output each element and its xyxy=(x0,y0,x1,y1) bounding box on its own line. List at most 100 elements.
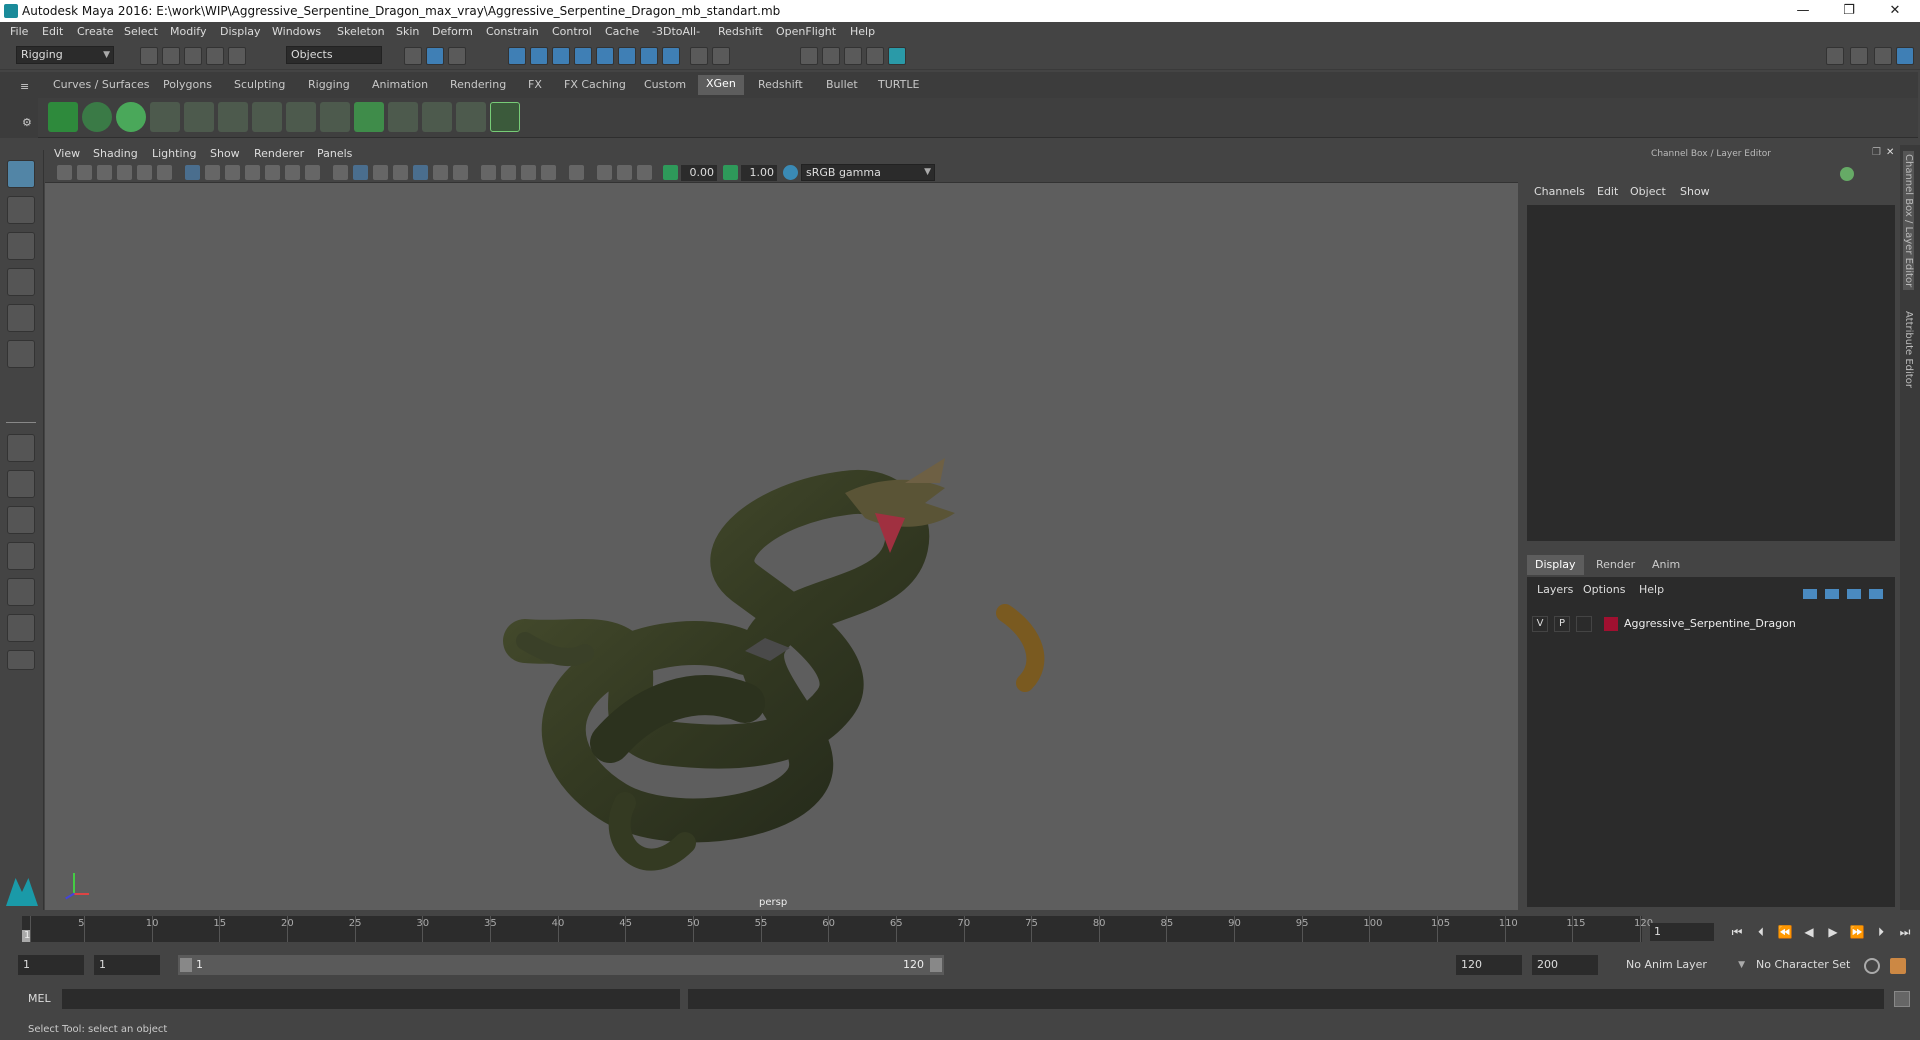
xgen-layers-icon[interactable] xyxy=(354,102,384,132)
lock-icon[interactable] xyxy=(690,47,708,65)
layer-display-type-toggle[interactable] xyxy=(1576,616,1592,632)
persp-outliner-layout-icon[interactable] xyxy=(7,506,35,534)
play-forwards-icon[interactable]: ▶ xyxy=(1824,923,1842,941)
rotate-tool-icon[interactable] xyxy=(7,304,35,332)
layer-menu-layers[interactable]: Layers xyxy=(1537,583,1573,596)
xgen-lock-length-icon[interactable] xyxy=(286,102,316,132)
range-slider-bar[interactable]: 1 120 xyxy=(178,955,944,975)
new-layer-selected-icon[interactable] xyxy=(1869,589,1883,599)
tab-fx-caching[interactable]: FX Caching xyxy=(564,78,626,91)
timeline-track[interactable]: 1 5 10 15 20 25 30 35 40 45 50 55 60 65 70 75 80 85 90 95 1… xyxy=(22,916,1653,942)
menu-constrain[interactable]: Constrain xyxy=(486,25,539,38)
xray-joints-icon[interactable] xyxy=(637,165,652,180)
menu-cache[interactable]: Cache xyxy=(605,25,639,38)
open-scene-icon[interactable] xyxy=(162,47,180,65)
tab-animation[interactable]: Animation xyxy=(372,78,428,91)
bookmark-icon[interactable] xyxy=(97,165,112,180)
snap-live-icon[interactable] xyxy=(596,47,614,65)
camera-attributes-icon[interactable] xyxy=(77,165,92,180)
select-by-hierarchy-icon[interactable] xyxy=(404,47,422,65)
textured-icon[interactable] xyxy=(413,165,428,180)
menu-display[interactable]: Display xyxy=(220,25,261,38)
tab-fx[interactable]: FX xyxy=(528,78,542,91)
snap-center-icon[interactable] xyxy=(640,47,658,65)
animation-end-field[interactable]: 200 xyxy=(1532,955,1598,975)
xgen-preview-icon[interactable] xyxy=(82,102,112,132)
auto-key-icon[interactable] xyxy=(1864,958,1880,974)
tab-render[interactable]: Render xyxy=(1588,555,1643,575)
range-end-handle[interactable] xyxy=(930,958,942,972)
shelf-settings-icon[interactable]: ⚙ xyxy=(22,116,32,129)
xray-active-icon[interactable] xyxy=(617,165,632,180)
render-view-icon[interactable] xyxy=(800,47,818,65)
layer-menu-help[interactable]: Help xyxy=(1639,583,1664,596)
undo-icon[interactable] xyxy=(206,47,224,65)
animation-start-field[interactable]: 1 xyxy=(18,955,84,975)
film-gate-icon[interactable] xyxy=(205,165,220,180)
gamma-icon[interactable] xyxy=(723,165,738,180)
step-back-frame-icon[interactable]: ⏴ xyxy=(1752,923,1770,941)
close-button[interactable]: ✕ xyxy=(1872,0,1918,22)
panel-menu-renderer[interactable]: Renderer xyxy=(254,147,304,160)
channelbox-menu-edit[interactable]: Edit xyxy=(1597,185,1618,198)
menu-redshift[interactable]: Redshift xyxy=(718,25,763,38)
xgen-add-guide-icon[interactable] xyxy=(184,102,214,132)
outliner-persp-layout-icon[interactable] xyxy=(7,614,35,642)
screen-space-ao-icon[interactable] xyxy=(481,165,496,180)
wireframe-icon[interactable] xyxy=(333,165,348,180)
menu-file[interactable]: File xyxy=(10,25,28,38)
xgen-normalize-guides-icon[interactable] xyxy=(320,102,350,132)
default-material-icon[interactable] xyxy=(373,165,388,180)
tool-settings-toggle-icon[interactable] xyxy=(1874,47,1892,65)
menu-edit[interactable]: Edit xyxy=(42,25,63,38)
layout-more-icon[interactable] xyxy=(7,650,35,670)
character-set-dropdown[interactable]: No Character Set xyxy=(1752,956,1862,976)
menu-help[interactable]: Help xyxy=(850,25,875,38)
menuset-dropdown[interactable]: Rigging ▼ xyxy=(16,46,114,64)
resolution-gate-icon[interactable] xyxy=(225,165,240,180)
channelbox-menu-object[interactable]: Object xyxy=(1630,185,1666,198)
single-perspective-layout-icon[interactable] xyxy=(7,434,35,462)
snap-together-icon[interactable] xyxy=(618,47,636,65)
layer-color-swatch[interactable] xyxy=(1604,617,1618,631)
dragon-model[interactable] xyxy=(45,183,1518,910)
tab-redshift[interactable]: Redshift xyxy=(758,78,803,91)
channelbox-menu-channels[interactable]: Channels xyxy=(1534,185,1585,198)
step-forward-key-icon[interactable]: ⏩ xyxy=(1848,923,1866,941)
snap-view-plane-icon[interactable] xyxy=(574,47,592,65)
xgen-editor-icon[interactable] xyxy=(48,102,78,132)
safe-title-icon[interactable] xyxy=(305,165,320,180)
playback-start-field[interactable]: 1 xyxy=(94,955,160,975)
grease-pencil-icon[interactable] xyxy=(157,165,172,180)
field-chart-icon[interactable] xyxy=(265,165,280,180)
channel-box-toggle-icon[interactable] xyxy=(1896,47,1914,65)
xgen-place-guides-icon[interactable] xyxy=(150,102,180,132)
tab-bullet[interactable]: Bullet xyxy=(826,78,858,91)
go-to-end-icon[interactable]: ⏭ xyxy=(1896,923,1914,941)
current-frame-field[interactable]: 1 xyxy=(1650,923,1714,941)
channelbox-menu-show[interactable]: Show xyxy=(1680,185,1710,198)
float-panel-icon[interactable]: ❐ xyxy=(1872,147,1881,158)
help-query-icon[interactable] xyxy=(662,47,680,65)
tab-turtle[interactable]: TURTLE xyxy=(878,78,919,91)
four-view-layout-icon[interactable] xyxy=(7,470,35,498)
playback-end-field[interactable]: 120 xyxy=(1456,955,1522,975)
snap-grid-icon[interactable] xyxy=(508,47,526,65)
menu-control[interactable]: Control xyxy=(552,25,592,38)
layer-playback-toggle[interactable]: P xyxy=(1554,616,1570,632)
close-panel-icon[interactable]: ✕ xyxy=(1886,147,1894,158)
safe-action-icon[interactable] xyxy=(285,165,300,180)
xgen-convert-icon[interactable] xyxy=(456,102,486,132)
wireframe-on-shaded-icon[interactable] xyxy=(393,165,408,180)
grid-toggle-icon[interactable] xyxy=(185,165,200,180)
select-camera-icon[interactable] xyxy=(57,165,72,180)
tab-channel-box-layer-editor[interactable]: Channel Box / Layer Editor xyxy=(1903,151,1914,291)
colorspace-dropdown[interactable]: sRGB gamma ▼ xyxy=(801,164,935,181)
save-scene-icon[interactable] xyxy=(184,47,202,65)
scale-tool-icon[interactable] xyxy=(7,340,35,368)
tab-rigging[interactable]: Rigging xyxy=(308,78,350,91)
xgen-bake-guides-icon[interactable] xyxy=(388,102,418,132)
maximize-button[interactable]: ❐ xyxy=(1826,0,1872,22)
mel-input[interactable] xyxy=(62,989,680,1009)
panel-menu-lighting[interactable]: Lighting xyxy=(152,147,196,160)
